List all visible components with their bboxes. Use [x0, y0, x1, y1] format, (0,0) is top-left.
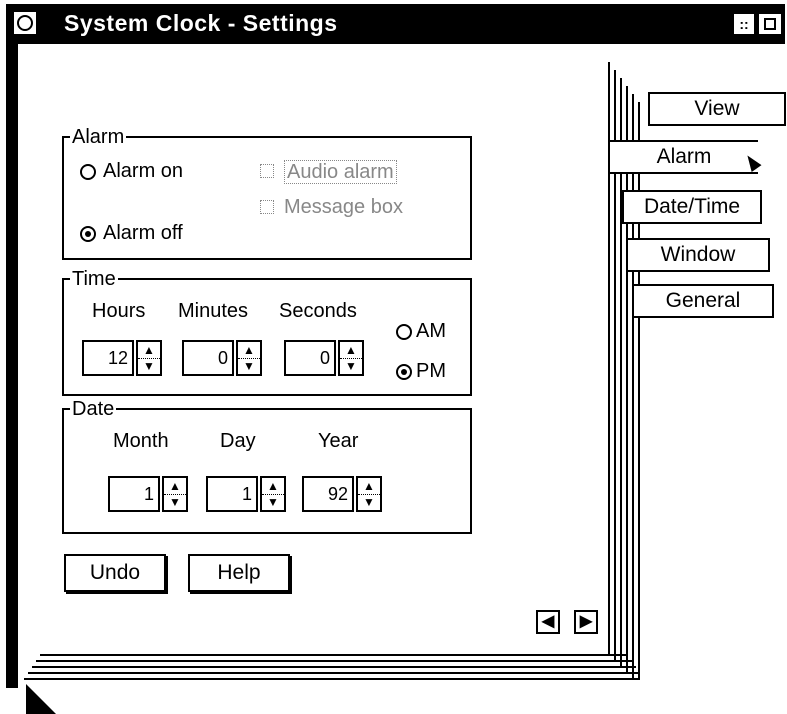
spin-down-icon[interactable]: ▼ — [358, 494, 380, 510]
hours-label: Hours — [92, 300, 146, 322]
alarm-off-label[interactable]: Alarm off — [103, 222, 183, 244]
day-label: Day — [220, 430, 256, 452]
day-field[interactable]: 1 — [206, 476, 258, 512]
window-title: System Clock - Settings — [64, 10, 338, 36]
page-edge-bottom — [40, 654, 626, 656]
pm-radio[interactable] — [396, 364, 412, 380]
title-bar[interactable]: System Clock - Settings :: — [6, 4, 785, 44]
audio-alarm-label[interactable]: Audio alarm — [284, 160, 397, 184]
spin-up-icon[interactable]: ▲ — [138, 342, 160, 359]
am-label[interactable]: AM — [416, 320, 446, 342]
date-group: Date — [62, 398, 472, 534]
spin-up-icon[interactable]: ▲ — [164, 478, 186, 495]
am-radio[interactable] — [396, 324, 412, 340]
spin-down-icon[interactable]: ▼ — [238, 358, 260, 374]
spin-up-icon[interactable]: ▲ — [340, 342, 362, 359]
spin-down-icon[interactable]: ▼ — [138, 358, 160, 374]
help-button[interactable]: Help — [188, 554, 290, 592]
alarm-on-label[interactable]: Alarm on — [103, 160, 183, 182]
spin-down-icon[interactable]: ▼ — [340, 358, 362, 374]
tab-view[interactable]: View — [648, 92, 786, 126]
system-menu-icon — [17, 15, 33, 31]
seconds-label: Seconds — [279, 300, 357, 322]
alarm-on-radio[interactable] — [80, 164, 96, 180]
month-label: Month — [113, 430, 169, 452]
tab-date-time[interactable]: Date/Time — [622, 190, 762, 224]
spin-down-icon[interactable]: ▼ — [262, 494, 284, 510]
page-edge-right — [626, 86, 628, 674]
next-page-button[interactable]: ▶ — [574, 610, 598, 634]
spin-up-icon[interactable]: ▲ — [358, 478, 380, 495]
system-menu-button[interactable] — [12, 10, 38, 36]
maximize-button[interactable] — [757, 12, 783, 36]
minutes-field[interactable]: 0 — [182, 340, 234, 376]
day-spinner[interactable]: ▲ ▼ — [260, 476, 286, 512]
tab-general[interactable]: General — [632, 284, 774, 318]
date-group-label: Date — [70, 398, 117, 420]
page-edge-right — [638, 102, 640, 680]
year-label: Year — [318, 430, 359, 452]
spin-up-icon[interactable]: ▲ — [238, 342, 260, 359]
minimize-button[interactable]: :: — [732, 12, 756, 36]
alarm-off-radio[interactable] — [80, 226, 96, 242]
minutes-spinner[interactable]: ▲ ▼ — [236, 340, 262, 376]
page-edge-bottom — [36, 660, 632, 662]
time-group-label: Time — [70, 268, 118, 290]
minutes-label: Minutes — [178, 300, 249, 322]
page-edge-bottom — [28, 672, 638, 674]
page-edge-right — [632, 94, 634, 680]
year-field[interactable]: 92 — [302, 476, 354, 512]
month-spinner[interactable]: ▲ ▼ — [162, 476, 188, 512]
hours-spinner[interactable]: ▲ ▼ — [136, 340, 162, 376]
spin-up-icon[interactable]: ▲ — [262, 478, 284, 495]
audio-alarm-checkbox[interactable] — [260, 164, 274, 178]
undo-button[interactable]: Undo — [64, 554, 166, 592]
maximize-icon — [764, 18, 776, 30]
message-box-checkbox[interactable] — [260, 200, 274, 214]
year-spinner[interactable]: ▲ ▼ — [356, 476, 382, 512]
alarm-group-label: Alarm — [70, 126, 127, 148]
settings-window: System Clock - Settings :: Alarm Alarm o… — [6, 4, 786, 714]
page-edge-bottom — [32, 666, 636, 668]
hours-field[interactable]: 12 — [82, 340, 134, 376]
page-edge-bottom — [24, 678, 640, 680]
prev-page-button[interactable]: ◀ — [536, 610, 560, 634]
pm-label[interactable]: PM — [416, 360, 446, 382]
seconds-spinner[interactable]: ▲ ▼ — [338, 340, 364, 376]
time-group: Time — [62, 268, 472, 396]
page-corner — [26, 684, 56, 714]
message-box-label[interactable]: Message box — [284, 196, 403, 218]
spin-down-icon[interactable]: ▼ — [164, 494, 186, 510]
tab-window[interactable]: Window — [626, 238, 770, 272]
seconds-field[interactable]: 0 — [284, 340, 336, 376]
month-field[interactable]: 1 — [108, 476, 160, 512]
tab-alarm[interactable]: Alarm — [610, 140, 758, 174]
